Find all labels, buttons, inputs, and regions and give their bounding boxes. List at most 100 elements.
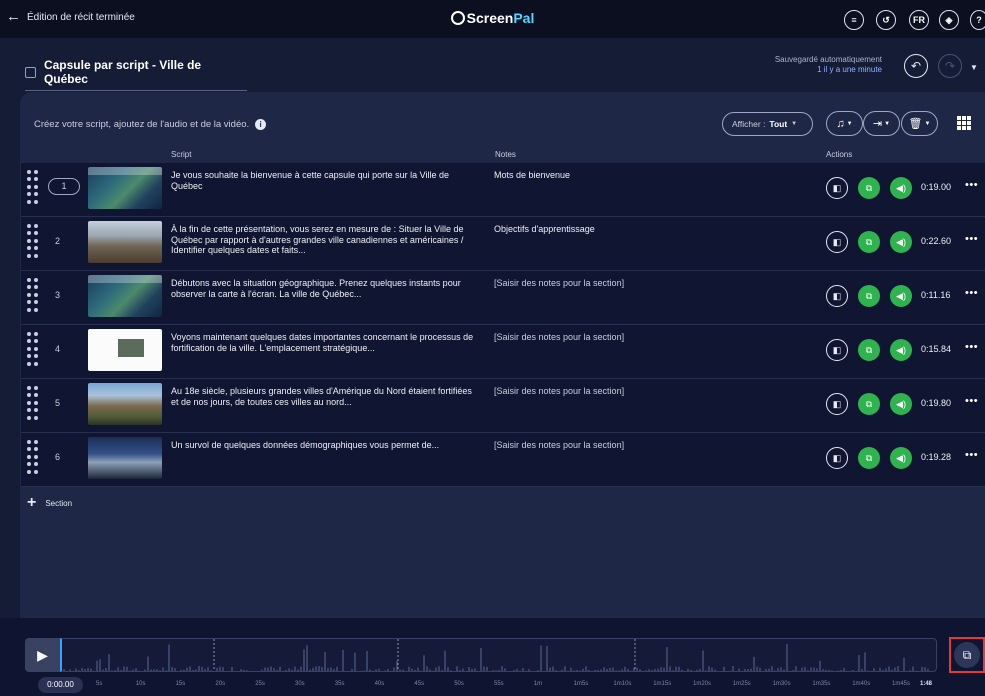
more-options-icon[interactable]: •••: [965, 449, 978, 461]
section-row[interactable]: 4 Voyons maintenant quelques dates import…: [21, 325, 985, 379]
more-options-icon[interactable]: •••: [965, 233, 978, 245]
add-audio-button[interactable]: ◀): [890, 447, 912, 469]
section-notes[interactable]: Mots de bienvenue: [494, 170, 814, 180]
add-section-button[interactable]: + Section: [27, 494, 73, 511]
slide-toggle-button[interactable]: ◧: [826, 447, 848, 469]
more-options-icon[interactable]: •••: [965, 179, 978, 191]
section-number: 5: [55, 398, 61, 408]
filter-prefix: Afficher :: [732, 119, 766, 129]
plus-icon: +: [27, 494, 37, 511]
section-thumbnail[interactable]: [88, 329, 162, 371]
slide-toggle-button[interactable]: ◧: [826, 285, 848, 307]
drag-handle-icon[interactable]: [27, 386, 38, 420]
add-audio-button[interactable]: ◀): [890, 285, 912, 307]
autosave-label: Sauvegardé automatiquement: [774, 55, 882, 64]
section-thumbnail[interactable]: [88, 437, 162, 479]
section-thumbnail[interactable]: [88, 383, 162, 425]
back-button[interactable]: ← Édition de récit terminée: [6, 9, 135, 24]
section-script[interactable]: À la fin de cette présentation, vous ser…: [171, 224, 481, 256]
timeline-tick: 10s: [135, 681, 146, 687]
autosave-time: 1 il y a une minute: [817, 65, 882, 74]
project-title-field[interactable]: Capsule par script - Ville de Québec: [25, 58, 247, 91]
slide-toggle-button[interactable]: ◧: [826, 231, 848, 253]
history-icon[interactable]: ↺: [876, 10, 896, 30]
add-media-button[interactable]: ⧉: [858, 231, 880, 253]
drag-handle-icon[interactable]: [27, 170, 38, 204]
more-options-icon[interactable]: •••: [965, 395, 978, 407]
edit-icon: [25, 66, 36, 78]
chevron-down-icon[interactable]: ▼: [970, 63, 978, 72]
drag-handle-icon[interactable]: [27, 440, 38, 474]
section-notes[interactable]: [Saisir des notes pour la section]: [494, 278, 814, 288]
audio-waveform-track[interactable]: [60, 638, 937, 672]
language-badge[interactable]: FR: [909, 10, 929, 30]
section-script[interactable]: Je vous souhaite la bienvenue à cette ca…: [171, 170, 481, 191]
add-audio-button[interactable]: ◀): [890, 339, 912, 361]
slide-toggle-button[interactable]: ◧: [826, 339, 848, 361]
more-options-icon[interactable]: •••: [965, 341, 978, 353]
slide-icon: ◧: [832, 290, 842, 301]
delete-button[interactable]: 🗑 ▼: [901, 111, 938, 136]
timeline-tick: 40s: [374, 681, 385, 687]
section-row[interactable]: 6 Un survol de quelques données démograph…: [21, 433, 985, 487]
section-notes[interactable]: Objectifs d'apprentissage: [494, 224, 814, 234]
info-icon[interactable]: i: [255, 119, 267, 130]
add-section-label: Section: [45, 498, 73, 508]
section-script[interactable]: Voyons maintenant quelques dates importa…: [171, 332, 481, 353]
play-button[interactable]: ▶: [25, 638, 60, 672]
add-media-button[interactable]: ⧉: [858, 339, 880, 361]
section-row[interactable]: 2 À la fin de cette présentation, vous se…: [21, 217, 985, 271]
section-notes[interactable]: [Saisir des notes pour la section]: [494, 440, 814, 450]
section-notes[interactable]: [Saisir des notes pour la section]: [494, 332, 814, 342]
section-thumbnail[interactable]: [88, 275, 162, 317]
section-duration: 0:19.00: [921, 182, 952, 192]
timeline-tick: 1m35s: [812, 681, 831, 687]
add-audio-button[interactable]: ◀): [890, 393, 912, 415]
import-button[interactable]: ⇥ ▼: [863, 111, 900, 136]
layers-icon[interactable]: ◈: [939, 10, 959, 30]
section-script[interactable]: Débutons avec la situation géographique.…: [171, 278, 481, 299]
section-script[interactable]: Au 18e siècle, plusieurs grandes villes …: [171, 386, 481, 407]
edit-timeline-button[interactable]: ⧉: [949, 637, 985, 673]
project-title: Capsule par script - Ville de Québec: [43, 58, 202, 86]
timeline-tick: 50s: [454, 681, 464, 687]
script-list-icon[interactable]: ≡: [844, 10, 864, 30]
filter-dropdown[interactable]: Afficher : Tout ▼: [722, 112, 813, 136]
grid-view-icon[interactable]: [957, 116, 971, 130]
intro-text: Créez votre script, ajoutez de l'audio e…: [34, 119, 267, 130]
redo-button[interactable]: ↷: [938, 54, 962, 78]
add-audio-button[interactable]: ◀): [890, 231, 912, 253]
speaker-icon: ◀): [896, 452, 906, 463]
timeline-tick: 1m40s: [852, 681, 871, 687]
timeline-tick: 1m25s: [732, 681, 751, 687]
slide-toggle-button[interactable]: ◧: [826, 177, 848, 199]
section-row[interactable]: 3 Débutons avec la situation géographique…: [21, 271, 985, 325]
section-number: 2: [55, 236, 61, 246]
add-audio-button[interactable]: ◀): [890, 177, 912, 199]
add-media-button[interactable]: ⧉: [858, 177, 880, 199]
timeline-tick: 35s: [334, 681, 345, 687]
section-thumbnail[interactable]: [88, 167, 162, 209]
help-icon[interactable]: ?: [970, 10, 985, 30]
slide-toggle-button[interactable]: ◧: [826, 393, 848, 415]
intro-label: Créez votre script, ajoutez de l'audio e…: [34, 119, 250, 130]
add-media-button[interactable]: ⧉: [858, 393, 880, 415]
timeline-edit-icon: ⧉: [954, 642, 980, 668]
section-script[interactable]: Un survol de quelques données démographi…: [171, 440, 481, 451]
drag-handle-icon[interactable]: [27, 332, 38, 366]
drag-handle-icon[interactable]: [27, 224, 38, 258]
speaker-icon: ◀): [896, 182, 906, 193]
add-media-button[interactable]: ⧉: [858, 285, 880, 307]
section-thumbnail[interactable]: [88, 221, 162, 263]
music-button[interactable]: ♫ ▼: [826, 111, 863, 136]
more-options-icon[interactable]: •••: [965, 287, 978, 299]
undo-button[interactable]: ↶: [904, 54, 928, 78]
add-media-button[interactable]: ⧉: [858, 447, 880, 469]
section-row[interactable]: 1 Je vous souhaite la bienvenue à cette c…: [21, 163, 985, 217]
section-notes[interactable]: [Saisir des notes pour la section]: [494, 386, 814, 396]
drag-handle-icon[interactable]: [27, 278, 38, 312]
speaker-icon: ◀): [896, 344, 906, 355]
section-number: 1: [48, 178, 80, 195]
media-icon: ⧉: [865, 290, 873, 301]
section-row[interactable]: 5 Au 18e siècle, plusieurs grandes villes…: [21, 379, 985, 433]
